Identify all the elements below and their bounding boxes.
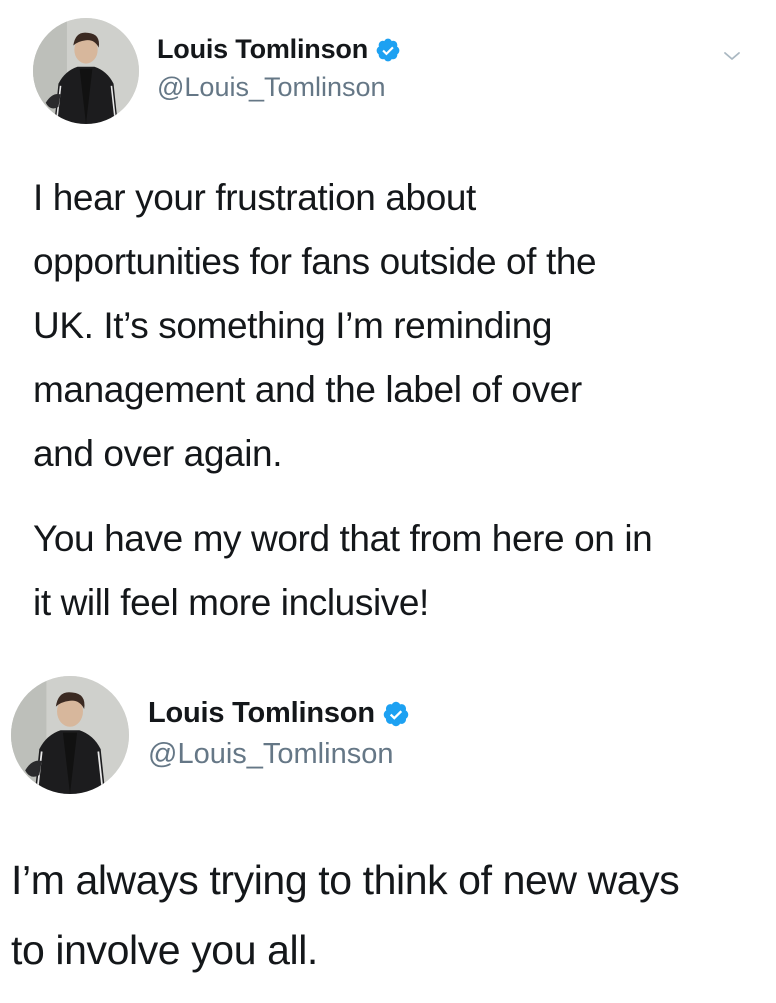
author-handle[interactable]: @Louis_Tomlinson [148, 738, 393, 771]
author-display-name[interactable]: Louis Tomlinson [157, 34, 368, 65]
tweet-text-line: I’m always trying to think of new ways [11, 857, 680, 903]
chevron-down-icon[interactable] [720, 44, 744, 68]
tweet-text-line: and over again. [33, 433, 283, 474]
tweet-text-line: opportunities for fans outside of the [33, 241, 597, 282]
tweet-card[interactable]: Louis Tomlinson @Louis_Tomlinson I’m alw… [0, 668, 776, 1003]
tweet-text-line: UK. It’s something I’m reminding [33, 305, 553, 346]
author-name-row: Louis Tomlinson [148, 697, 410, 730]
profile-photo-icon [11, 676, 129, 794]
tweet-text-paragraph: You have my word that from here on in it… [33, 507, 653, 635]
tweet-text-paragraph: I’m always trying to think of new ways t… [11, 845, 680, 985]
tweet-text-line: to involve you all. [11, 927, 318, 973]
author-avatar[interactable] [33, 18, 139, 124]
tweet-text-line: I hear your frustration about [33, 177, 476, 218]
author-avatar[interactable] [11, 676, 129, 794]
author-handle[interactable]: @Louis_Tomlinson [157, 72, 386, 103]
tweet-text-line: management and the label of over [33, 369, 582, 410]
tweet-text-line: You have my word that from here on in [33, 518, 653, 559]
tweet-text-line: it will feel more inclusive! [33, 582, 429, 623]
tweet-text-paragraph: I hear your frustration about opportunit… [33, 166, 597, 486]
verified-badge-icon [375, 37, 401, 63]
tweet-card[interactable]: Louis Tomlinson @Louis_Tomlinson I hear … [0, 0, 776, 650]
profile-photo-icon [33, 18, 139, 124]
verified-badge-icon [382, 700, 410, 728]
author-display-name[interactable]: Louis Tomlinson [148, 697, 375, 730]
author-name-row: Louis Tomlinson [157, 34, 401, 65]
